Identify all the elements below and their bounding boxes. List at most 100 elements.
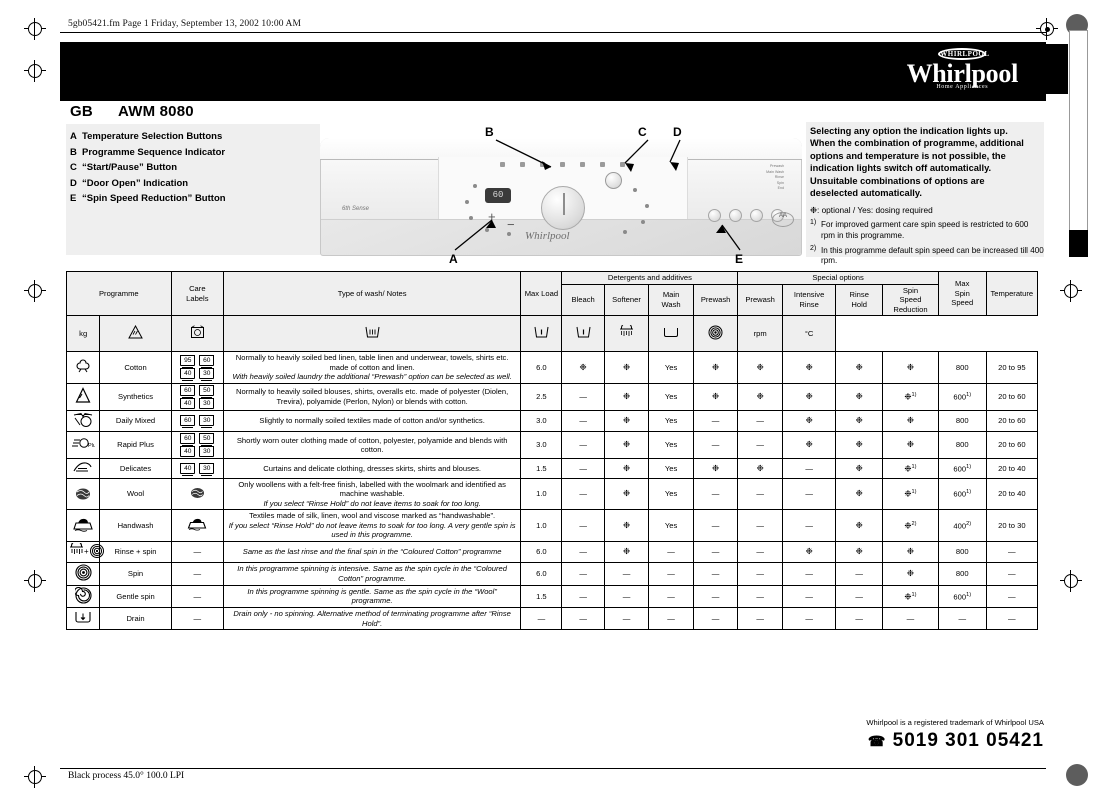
prewash-option-cell: —: [737, 477, 783, 510]
rapid-plus-icon: Plus: [65, 431, 101, 459]
legend-label-c: “Start/Pause” Button: [82, 162, 178, 173]
legend-letter-e: E: [70, 193, 77, 204]
th-care-labels: Care Labels: [170, 271, 224, 316]
temperature-cell: —: [985, 584, 1039, 608]
max-spin-speed-cell: 6001): [937, 477, 987, 510]
care-label-30: 30: [199, 462, 215, 476]
max-spin-speed-cell: 6001): [937, 584, 987, 608]
legend-letter-a: A: [70, 131, 77, 142]
prewash-option-cell: ❉: [737, 458, 783, 479]
temperature-cell: 20 to 40: [985, 458, 1039, 479]
prewash-detergent-cell: —: [692, 584, 739, 608]
drain-icon: [65, 607, 101, 630]
bleach-cell: —: [561, 562, 605, 586]
max-spin-speed-cell: 800: [937, 562, 987, 586]
intensive-rinse-cell: ❉: [781, 382, 837, 411]
max-spin-speed-cell: 800: [937, 409, 987, 432]
temperature-cell: 20 to 30: [985, 509, 1039, 542]
temperature-cell: —: [985, 562, 1039, 586]
programme-name: Spin: [99, 562, 172, 586]
whirlpool-wordmark: Whirlpool: [906, 59, 1019, 88]
notes-line-5: Unsuitable combinations of options are: [810, 175, 985, 186]
cotton-icon: [65, 351, 101, 384]
programme-name: Handwash: [99, 509, 172, 542]
table-body: Cotton 95 60 40 30 Normally to heavily soiled…: [65, 351, 1039, 630]
spin-icon: [65, 562, 101, 586]
legend-label-b: Programme Sequence Indicator: [82, 146, 226, 158]
intensive-rinse-cell: ❉: [781, 431, 837, 459]
programme-name: Delicates: [99, 458, 172, 479]
table-row: PlusRapid Plus60504030Shortly worn outer…: [65, 431, 1039, 459]
spin-reduction-cell: ❉2): [882, 509, 939, 542]
wool-icon: [65, 477, 101, 510]
rinse-hold-cell: ❉: [835, 431, 884, 459]
th-notes: Type of wash/ Notes: [222, 271, 522, 316]
th-group-detergents: Detergents and additives: [561, 271, 739, 285]
spin-reduction-cell: ❉1): [882, 477, 939, 510]
edge-tab-black: [1069, 230, 1088, 257]
wash-notes-cell: Normally to heavily soiled blouses, shir…: [222, 382, 522, 411]
legend-item-b: B Programme Sequence Indicator: [70, 145, 320, 161]
bleach-cell: —: [561, 607, 605, 630]
intensive-rinse-cell: —: [781, 477, 837, 510]
footnote-marker: 1): [966, 391, 972, 398]
main-wash-cell: Yes: [648, 477, 694, 510]
max-load-cell: 1.5: [520, 458, 563, 479]
programme-name: Synthetics: [99, 382, 172, 411]
bleach-cell: ❉: [561, 351, 605, 384]
whirlpool-oval-text: WHIRLPOOL: [940, 50, 990, 58]
symbol-legend: ❉: optional / Yes: dosing required: [810, 204, 1044, 216]
th-softener: Softener: [603, 283, 650, 316]
notes-line-4: indication lights switch off automatical…: [810, 163, 992, 174]
temperature-cell: 20 to 60: [985, 431, 1039, 459]
file-header-line: 5gb05421.fm Page 1 Friday, September 13,…: [68, 19, 302, 29]
wash-notes-plain: Shortly worn outer clothing made of cott…: [236, 435, 508, 455]
max-load-cell: 6.0: [520, 562, 563, 586]
handwash-icon: [65, 509, 101, 542]
bleach-cell: —: [561, 540, 605, 563]
whirlpool-oval-icon: WHIRLPOOL: [938, 48, 990, 60]
spin-reduction-cell: ❉: [882, 540, 939, 563]
table-row: Gentle spin — In this programme spinning i…: [65, 584, 1039, 608]
legend-letter-b: B: [70, 146, 77, 158]
rinse-hold-cell: ❉: [835, 382, 884, 411]
th-intensive-rinse: Intensive Rinse: [781, 283, 837, 316]
max-spin-speed-cell: 800: [937, 431, 987, 459]
max-load-cell: 3.0: [520, 409, 563, 432]
care-label-60: 60: [180, 415, 196, 429]
rinse-hold-cell: ❉: [835, 458, 884, 479]
programme-name: Rinse + spin: [99, 540, 172, 563]
prewash-detergent-cell: —: [692, 509, 739, 542]
intensive-rinse-cell: —: [781, 509, 837, 542]
symbol-legend-text: : optional / Yes: dosing required: [816, 205, 933, 216]
reg-mark-mid-left: [24, 60, 46, 82]
care-label-40: 40: [180, 368, 196, 382]
max-load-cell: 2.5: [520, 382, 563, 411]
prewash-detergent-cell: ❉: [692, 458, 739, 479]
legend-item-a: A Temperature Selection Buttons: [70, 129, 320, 145]
wash-notes-italic: Same as the last rinse and the final spi…: [242, 547, 502, 556]
th-programme: Programme: [66, 271, 172, 316]
panel-legend: A Temperature Selection Buttons B Programm…: [70, 129, 320, 207]
spin-reduction-cell: ❉1): [882, 458, 939, 479]
intensive-rinse-cell: —: [781, 562, 837, 586]
svg-text:Plus: Plus: [88, 443, 95, 449]
gentle-spin-icon: [65, 584, 101, 608]
main-wash-cell: Yes: [648, 431, 694, 459]
care-labels-cell: 60 30: [170, 409, 224, 432]
synthetics-icon: [65, 382, 101, 411]
bleach-cell: —: [561, 458, 605, 479]
banner-underline: [60, 98, 1046, 101]
max-spin-speed-cell: 6001): [937, 458, 987, 479]
care-labels-cell: [170, 509, 224, 542]
prewash-option-cell: —: [737, 607, 783, 630]
main-wash-cell: —: [648, 540, 694, 563]
legend-item-e: E “Spin Speed Reduction” Button: [70, 191, 320, 207]
rinse-hold-cell: ❉: [835, 540, 884, 563]
table-head: Programme Care Labels Type of wash/ Notes…: [65, 271, 1039, 352]
prewash-detergent-cell: —: [692, 409, 739, 432]
intensive-rinse-icon: [603, 315, 650, 352]
care-label-30: 30: [199, 415, 215, 429]
programme-name: Daily Mixed: [99, 409, 172, 432]
prewash-option-cell: —: [737, 409, 783, 432]
